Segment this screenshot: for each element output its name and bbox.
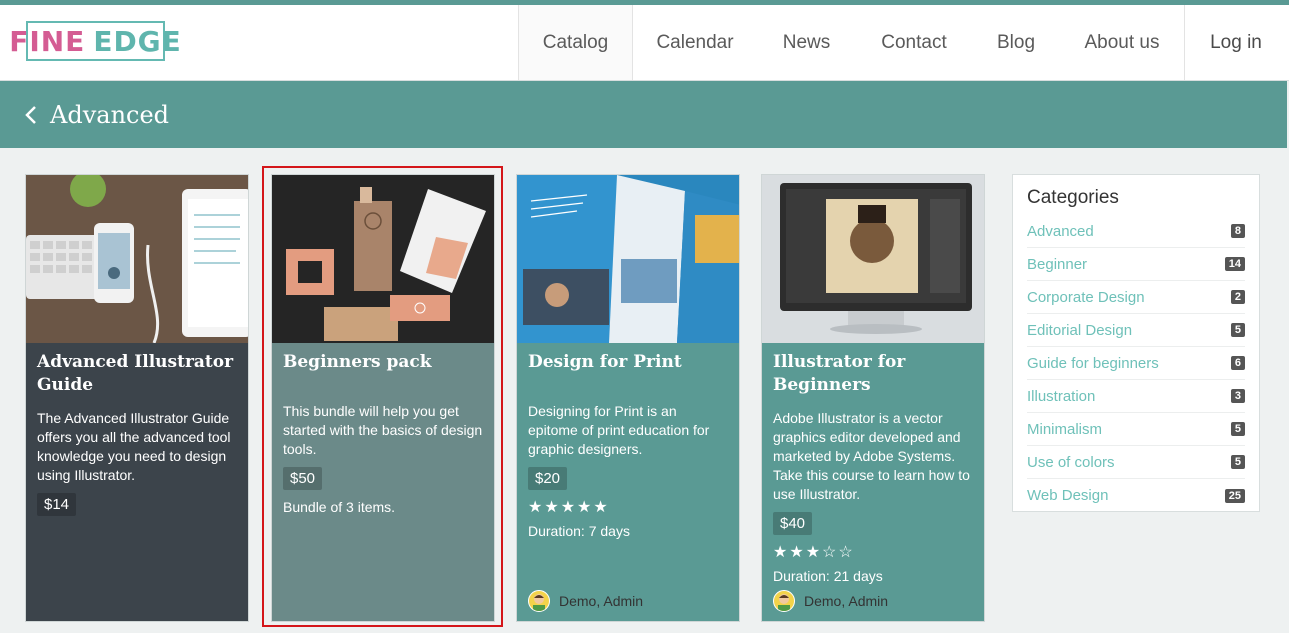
course-price: $20 <box>528 467 568 490</box>
category-label[interactable]: Advanced <box>1027 223 1094 240</box>
category-label[interactable]: Guide for beginners <box>1027 355 1159 372</box>
course-description: Adobe Illustrator is a vector graphics e… <box>773 410 970 502</box>
course-image[interactable] <box>517 175 739 343</box>
site-header: FINE EDGE Catalog Calendar News Contact … <box>0 5 1289 81</box>
category-item-web-design[interactable]: Web Design 25 <box>1027 479 1245 512</box>
course-title[interactable]: Illustrator for Beginners <box>773 351 973 397</box>
logo-word-2: EDGE <box>93 24 182 58</box>
course-description: Designing for Print is an epitome of pri… <box>528 403 710 457</box>
course-image[interactable] <box>762 175 984 343</box>
nav-news[interactable]: News <box>757 5 856 80</box>
nav-blog[interactable]: Blog <box>972 5 1060 80</box>
course-card-body: Advanced Illustrator Guide The Advanced … <box>26 343 248 621</box>
category-list: Advanced 8 Beginner 14 Corporate Design 2 E… <box>1027 215 1245 512</box>
category-item-minimalism[interactable]: Minimalism 5 <box>1027 413 1245 446</box>
category-count: 14 <box>1224 257 1245 271</box>
author-avatar <box>773 590 795 612</box>
course-card-body: Illustrator for Beginners Adobe Illustra… <box>762 343 984 621</box>
course-duration: Duration: 7 days <box>528 523 630 539</box>
course-image[interactable] <box>26 175 248 343</box>
course-price: $40 <box>773 512 813 535</box>
nav-catalog[interactable]: Catalog <box>518 5 633 80</box>
category-count: 5 <box>1230 455 1245 469</box>
login-link[interactable]: Log in <box>1184 5 1287 80</box>
course-author[interactable]: Demo, Admin <box>773 590 888 612</box>
category-item-use-of-colors[interactable]: Use of colors 5 <box>1027 446 1245 479</box>
nav-calendar[interactable]: Calendar <box>633 5 757 80</box>
course-card-body: Design for Print Designing for Print is … <box>517 343 739 621</box>
page-title: Advanced <box>50 100 170 129</box>
course-price: $14 <box>37 493 77 516</box>
nav-contact[interactable]: Contact <box>856 5 972 80</box>
category-count: 2 <box>1230 290 1245 304</box>
course-description: The Advanced Illustrator Guide offers yo… <box>37 410 231 483</box>
category-label[interactable]: Use of colors <box>1027 454 1115 471</box>
category-label[interactable]: Editorial Design <box>1027 322 1132 339</box>
category-item-illustration[interactable]: Illustration 3 <box>1027 380 1245 413</box>
course-author[interactable]: Demo, Admin <box>528 590 643 612</box>
course-card-design-for-print[interactable]: Design for Print Designing for Print is … <box>516 174 740 622</box>
course-card-illustrator-for-beginners[interactable]: Illustrator for Beginners Adobe Illustra… <box>761 174 985 622</box>
category-count: 25 <box>1224 488 1245 503</box>
category-item-beginner[interactable]: Beginner 14 <box>1027 248 1245 281</box>
course-card-advanced-illustrator-guide[interactable]: Advanced Illustrator Guide The Advanced … <box>25 174 249 622</box>
author-name: Demo, Admin <box>559 593 644 609</box>
course-title[interactable]: Design for Print <box>528 351 728 374</box>
chevron-left-icon[interactable] <box>24 105 40 125</box>
category-item-guide-for-beginners[interactable]: Guide for beginners 6 <box>1027 347 1245 380</box>
category-label[interactable]: Web Design <box>1027 487 1108 504</box>
category-count: 3 <box>1230 389 1245 403</box>
category-item-advanced[interactable]: Advanced 8 <box>1027 215 1245 248</box>
selection-highlight <box>262 166 503 627</box>
page-title-bar: Advanced <box>0 81 1287 148</box>
category-item-editorial-design[interactable]: Editorial Design 5 <box>1027 314 1245 347</box>
categories-heading: Categories <box>1027 187 1119 208</box>
logo-word-1: FINE <box>9 24 86 58</box>
category-count: 6 <box>1230 356 1245 370</box>
site-logo[interactable]: FINE EDGE <box>9 21 181 61</box>
category-label[interactable]: Illustration <box>1027 388 1095 405</box>
rating-stars: ★★★★★ <box>528 499 610 516</box>
category-count: 8 <box>1230 224 1245 238</box>
main-nav: Catalog Calendar News Contact Blog About… <box>518 5 1184 80</box>
course-title[interactable]: Advanced Illustrator Guide <box>37 351 237 397</box>
author-name: Demo, Admin <box>804 593 889 609</box>
category-count: 5 <box>1230 323 1245 337</box>
category-label[interactable]: Beginner <box>1027 256 1087 273</box>
rating-stars: ★★★☆☆ <box>773 544 855 561</box>
categories-sidebar: Categories Advanced 8 Beginner 14 Corporat… <box>1012 174 1260 512</box>
category-label[interactable]: Minimalism <box>1027 421 1102 438</box>
author-avatar <box>528 590 550 612</box>
category-item-corporate-design[interactable]: Corporate Design 2 <box>1027 281 1245 314</box>
course-duration: Duration: 21 days <box>773 568 883 584</box>
nav-about-us[interactable]: About us <box>1060 5 1184 80</box>
category-count: 5 <box>1230 422 1245 436</box>
category-label[interactable]: Corporate Design <box>1027 289 1145 306</box>
